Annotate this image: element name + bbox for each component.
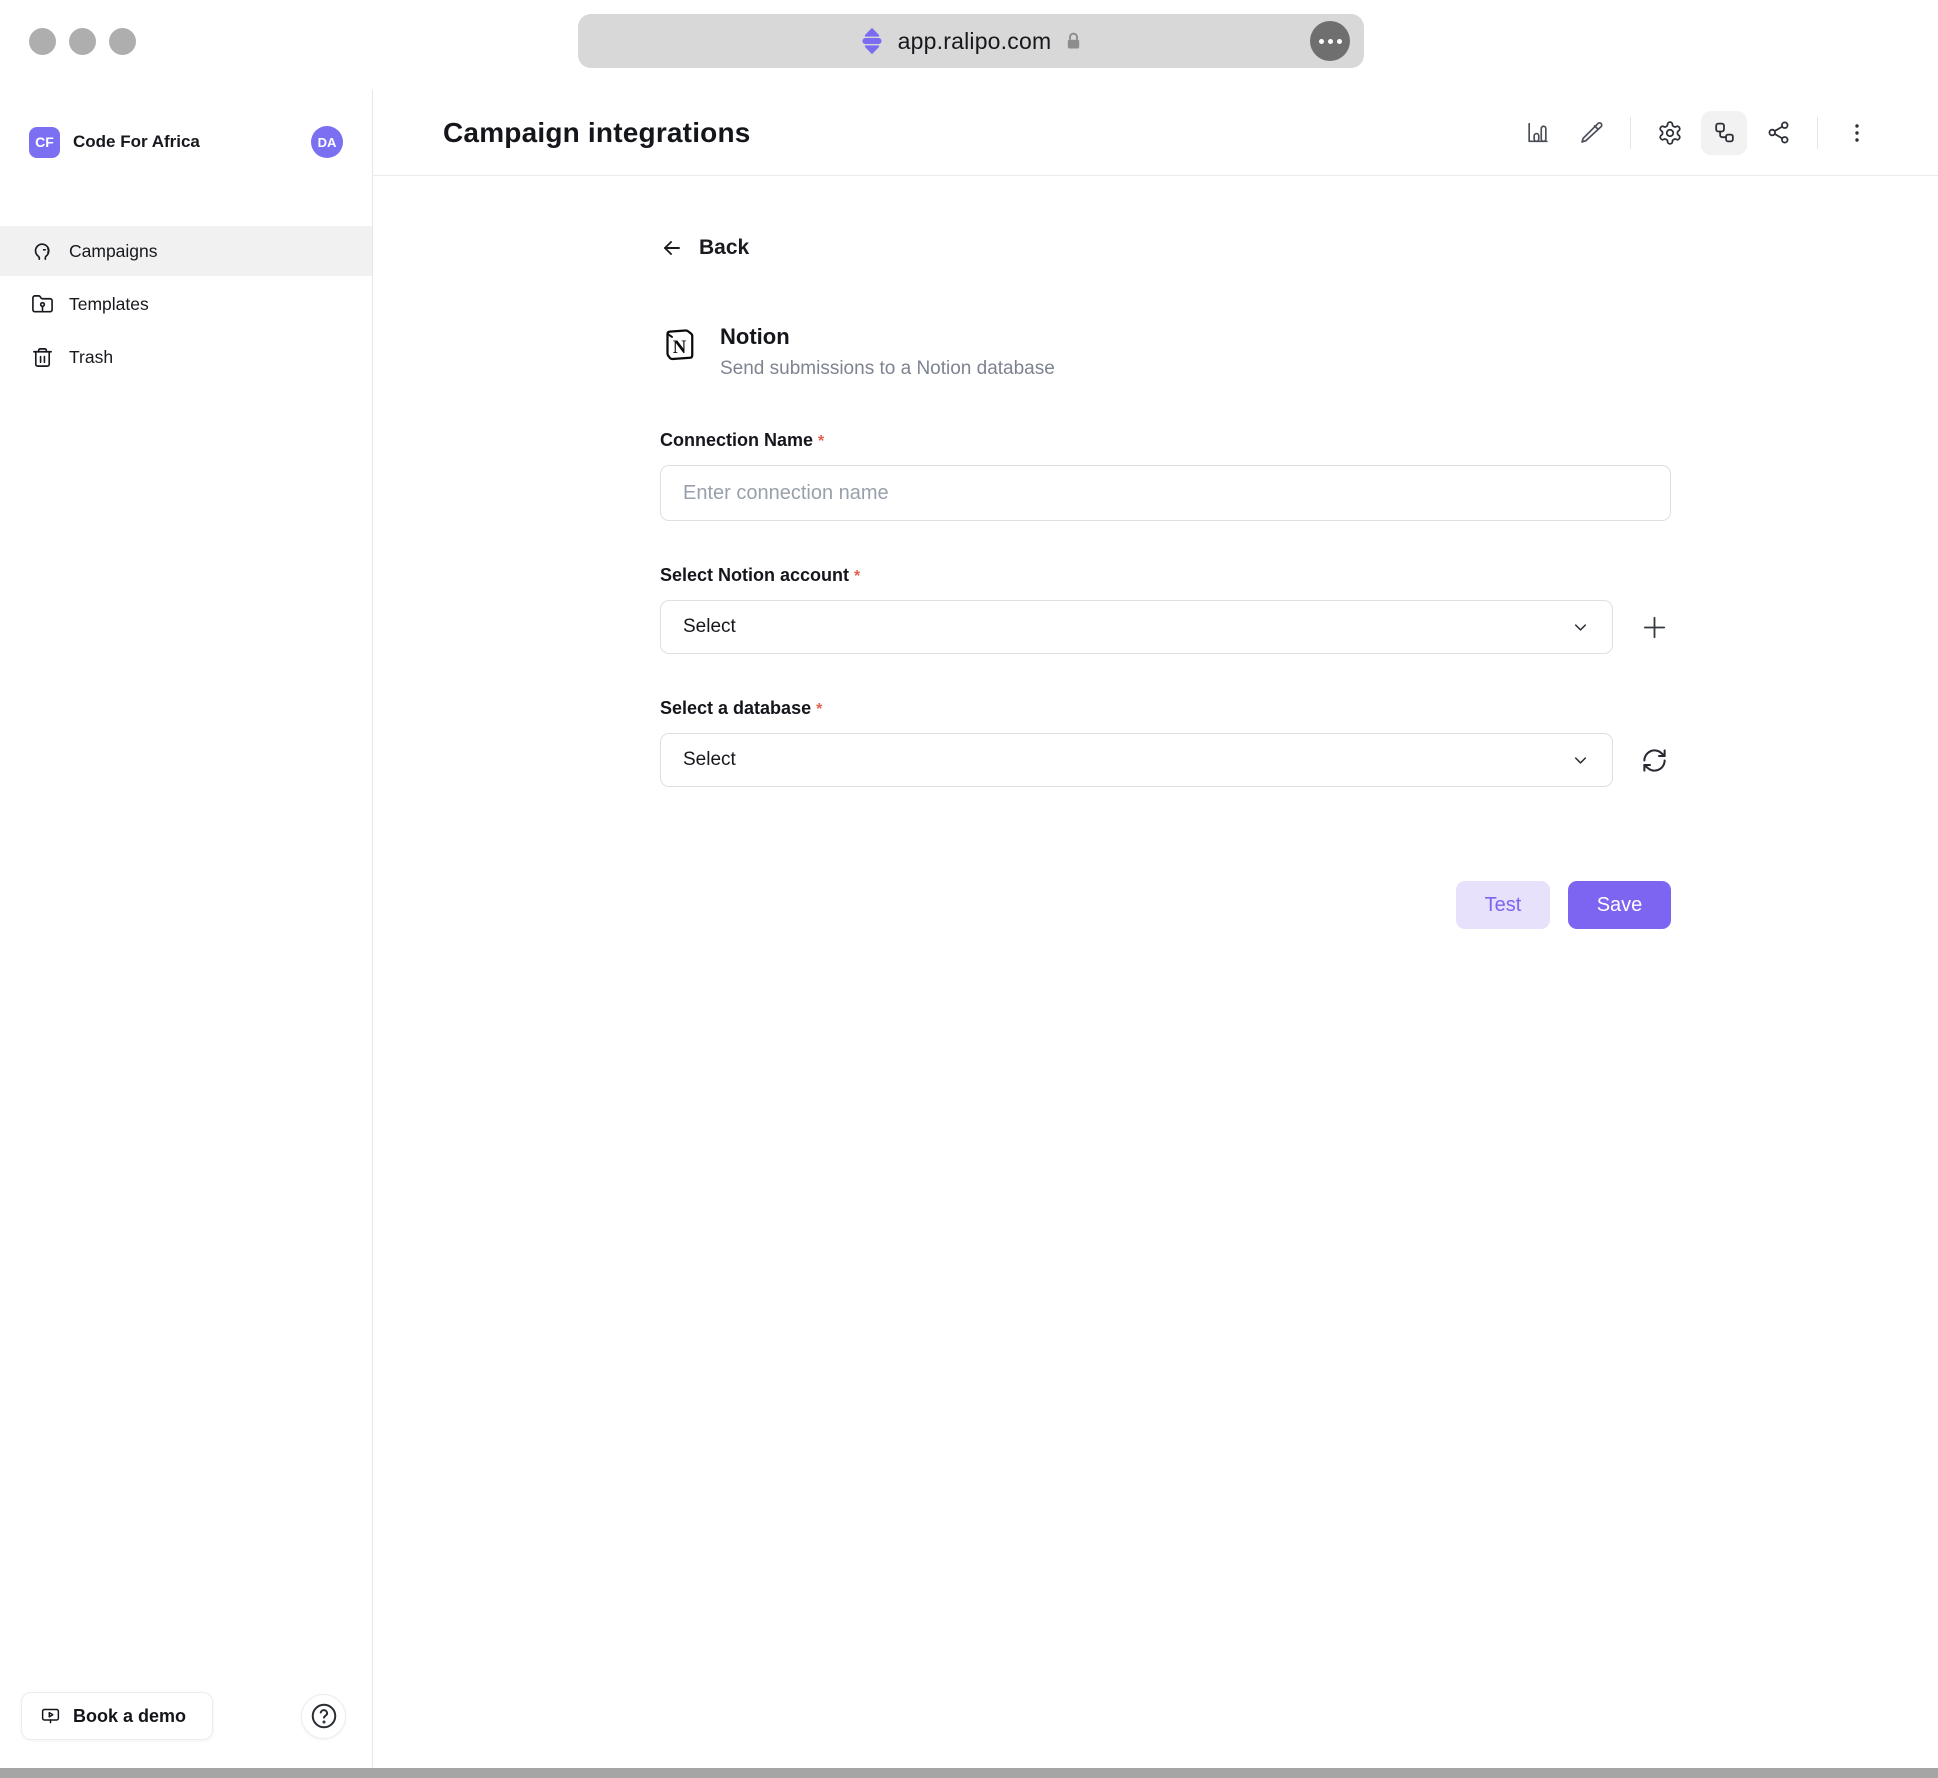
- test-button[interactable]: Test: [1456, 881, 1550, 929]
- settings-button[interactable]: [1647, 111, 1693, 155]
- workspace-name: Code For Africa: [73, 132, 200, 152]
- integration-description: Send submissions to a Notion database: [720, 358, 1055, 380]
- help-button[interactable]: [301, 1694, 346, 1739]
- screen: app.ralipo.com CF Code For Africa DA: [0, 0, 1938, 1778]
- url-text: app.ralipo.com: [898, 28, 1052, 55]
- toolbar-divider: [1630, 117, 1631, 149]
- svg-text:N: N: [673, 337, 687, 358]
- sidebar-item-label: Trash: [69, 347, 113, 368]
- book-demo-label: Book a demo: [73, 1706, 186, 1727]
- refresh-icon: [1641, 747, 1668, 774]
- back-button[interactable]: Back: [660, 236, 790, 260]
- required-marker: *: [818, 433, 824, 450]
- trash-icon: [31, 346, 54, 369]
- analytics-icon: [1525, 120, 1550, 145]
- header-toolbar: [1514, 111, 1880, 155]
- window-minimize-button[interactable]: [69, 28, 96, 55]
- integration-title-block: Notion Send submissions to a Notion data…: [720, 324, 1055, 380]
- site-favicon: [858, 27, 886, 55]
- settings-icon: [1657, 120, 1683, 146]
- notion-account-select[interactable]: Select: [660, 600, 1613, 654]
- database-select[interactable]: Select: [660, 733, 1613, 787]
- database-selected-value: Select: [683, 749, 736, 771]
- sidebar-item-label: Campaigns: [69, 241, 158, 262]
- sidebar-bottom: Book a demo: [21, 1692, 346, 1740]
- integration-form: Connection Name* Select Notion account* …: [660, 430, 1671, 929]
- integration-detail: Back N Notion Send submissions to a Noti…: [373, 176, 1938, 929]
- question-icon: [309, 1701, 339, 1731]
- main-header: Campaign integrations: [373, 90, 1938, 176]
- database-label: Select a database: [660, 698, 811, 718]
- connection-name-input[interactable]: [660, 465, 1671, 521]
- save-button[interactable]: Save: [1568, 881, 1671, 929]
- workspace-avatar: CF: [29, 127, 60, 158]
- integration-header: N Notion Send submissions to a Notion da…: [660, 324, 1938, 380]
- plus-icon: [1639, 612, 1670, 643]
- analytics-button[interactable]: [1514, 111, 1560, 155]
- sidebar: CF Code For Africa DA Campaigns: [0, 90, 373, 1768]
- notion-account-label: Select Notion account: [660, 565, 849, 585]
- refresh-databases-button[interactable]: [1637, 743, 1671, 777]
- chevron-down-icon: [1571, 751, 1590, 770]
- connection-name-label: Connection Name: [660, 430, 813, 450]
- sidebar-item-label: Templates: [69, 294, 149, 315]
- edit-icon: [1579, 120, 1604, 145]
- window-zoom-button[interactable]: [109, 28, 136, 55]
- address-bar[interactable]: app.ralipo.com: [578, 14, 1364, 68]
- main-area: Campaign integrations: [373, 90, 1938, 1768]
- notion-account-selected-value: Select: [683, 616, 736, 638]
- templates-folder-icon: [31, 293, 54, 316]
- window-close-button[interactable]: [29, 28, 56, 55]
- more-icon: [1845, 121, 1869, 145]
- workspace-row[interactable]: CF Code For Africa DA: [29, 126, 343, 158]
- lock-icon: [1063, 31, 1084, 52]
- form-actions: Test Save: [660, 881, 1671, 929]
- book-demo-button[interactable]: Book a demo: [21, 1692, 213, 1740]
- bottom-edge-bar: [0, 1768, 1938, 1778]
- more-options-button[interactable]: [1834, 111, 1880, 155]
- browser-more-button[interactable]: [1310, 21, 1350, 61]
- chevron-down-icon: [1571, 618, 1590, 637]
- integration-name: Notion: [720, 324, 1055, 350]
- campaigns-voice-icon: [31, 240, 54, 263]
- edit-button[interactable]: [1568, 111, 1614, 155]
- notion-logo-icon: N: [660, 326, 696, 364]
- share-button[interactable]: [1755, 111, 1801, 155]
- add-account-button[interactable]: [1637, 610, 1671, 644]
- arrow-left-icon: [660, 236, 684, 260]
- user-avatar[interactable]: DA: [311, 126, 343, 158]
- required-marker: *: [816, 701, 822, 718]
- integrations-icon: [1712, 120, 1737, 145]
- page-title: Campaign integrations: [443, 117, 751, 149]
- back-label: Back: [699, 236, 749, 260]
- integrations-button[interactable]: [1701, 111, 1747, 155]
- required-marker: *: [854, 568, 860, 585]
- share-icon: [1766, 120, 1791, 145]
- sidebar-nav: Campaigns Templates: [0, 226, 372, 382]
- sidebar-item-templates[interactable]: Templates: [0, 279, 372, 329]
- toolbar-divider: [1817, 117, 1818, 149]
- browser-chrome: app.ralipo.com: [0, 0, 1938, 90]
- window-controls[interactable]: [29, 28, 136, 55]
- sidebar-item-campaigns[interactable]: Campaigns: [0, 226, 372, 276]
- app-window: CF Code For Africa DA Campaigns: [0, 90, 1938, 1768]
- sidebar-item-trash[interactable]: Trash: [0, 332, 372, 382]
- presentation-icon: [40, 1706, 61, 1727]
